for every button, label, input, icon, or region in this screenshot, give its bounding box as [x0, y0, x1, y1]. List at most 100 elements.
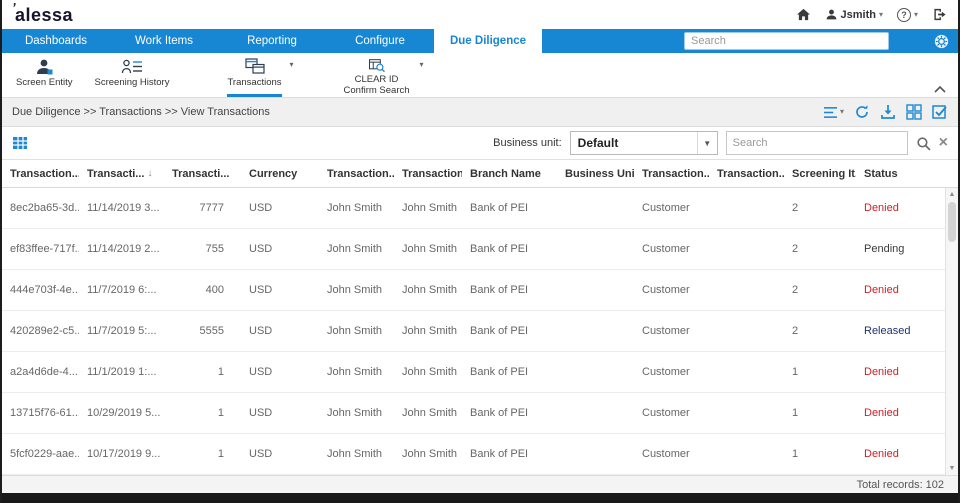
global-search-input[interactable]	[684, 32, 889, 50]
table-cell: USD	[249, 284, 273, 296]
breadcrumb: Due Diligence >> Transactions >> View Tr…	[12, 106, 270, 118]
nav-tab-reporting[interactable]: Reporting	[218, 29, 326, 53]
table-cell: 11/14/2019 3...	[87, 202, 160, 214]
table-cell: John Smith	[327, 325, 383, 337]
table-cell: Customer	[642, 243, 690, 255]
table-cell: 2	[792, 243, 799, 255]
user-icon	[826, 9, 836, 20]
business-unit-value: Default	[577, 136, 619, 150]
screening-history-icon	[121, 59, 142, 74]
chevron-down-icon[interactable]: ▾	[420, 60, 424, 69]
table-cell: 755	[205, 243, 224, 255]
column-header[interactable]: Transaction...	[394, 168, 462, 180]
collapse-ribbon-icon[interactable]	[934, 86, 946, 93]
select-all-checkbox-icon[interactable]	[932, 104, 948, 120]
nav-tab-configure[interactable]: Configure	[326, 29, 434, 53]
table-cell: Bank of PEI	[470, 448, 529, 460]
main-nav: Dashboards Work Items Reporting Configur…	[2, 29, 958, 53]
search-icon[interactable]	[916, 136, 931, 151]
table-cell: USD	[249, 407, 273, 419]
breadcrumb-actions: ▾	[823, 104, 948, 120]
ribbon-transactions-button[interactable]: Transactions ▾	[227, 53, 294, 97]
table-cell: Customer	[642, 448, 690, 460]
scroll-up-icon[interactable]: ▲	[949, 191, 956, 198]
home-icon[interactable]	[796, 8, 811, 21]
list-lines-icon	[823, 106, 837, 118]
table-body: 8ec2ba65-3d... 11/14/2019 3... 7777 USD John…	[2, 188, 958, 475]
column-header[interactable]: Transaction...	[634, 168, 709, 180]
table-row[interactable]: 444e703f-4e... 11/7/2019 6:... 400 USD John …	[2, 270, 958, 311]
table-row[interactable]: a2a4d6de-4... 11/1/2019 1:... 1 USD John Smi…	[2, 352, 958, 393]
ribbon-screening-history-button[interactable]: Screening History	[95, 53, 169, 97]
export-grid-icon[interactable]	[906, 104, 922, 120]
scrollbar-thumb[interactable]	[948, 202, 956, 242]
table-cell: 1	[792, 407, 799, 419]
table-row[interactable]: 5fcf0229-aae... 10/17/2019 9... 1 USD John S…	[2, 434, 958, 475]
table-cell: 1	[217, 407, 224, 419]
table-cell: 11/1/2019 1:...	[87, 366, 157, 378]
scroll-down-icon[interactable]: ▼	[949, 465, 956, 472]
column-header[interactable]: Transacti... ↓	[79, 168, 164, 180]
table-cell: 400	[205, 284, 224, 296]
ribbon-label: Screen Entity	[16, 77, 73, 88]
refresh-glyph	[856, 105, 868, 118]
table-cell: Customer	[642, 366, 690, 378]
column-header[interactable]: Screening It...	[784, 168, 856, 180]
ribbon-label: CLEAR ID Confirm Search	[343, 74, 410, 97]
ribbon-screen-entity-button[interactable]: Screen Entity	[16, 53, 73, 97]
grid-glyph	[906, 104, 922, 120]
clear-search-icon[interactable]: ×	[939, 135, 948, 151]
table-row[interactable]: 420289e2-c5... 11/7/2019 5:... 5555 USD John…	[2, 311, 958, 352]
status-cell: Denied	[864, 366, 899, 378]
table-header-row: Transaction... Transacti... ↓ Transacti... C…	[2, 160, 958, 188]
table-cell: 10/17/2019 9...	[87, 448, 161, 460]
table-row[interactable]: ef83ffee-717f... 11/14/2019 2... 755 USD Joh…	[2, 229, 958, 270]
vertical-scrollbar[interactable]: ▲ ▼	[945, 188, 958, 475]
column-header[interactable]: Status	[856, 168, 945, 180]
column-header[interactable]: Branch Name	[462, 168, 557, 180]
display-options-button[interactable]: ▾	[823, 106, 844, 119]
table-search-input[interactable]	[725, 131, 908, 155]
table-cell: 5555	[199, 325, 224, 337]
table-cell: Customer	[642, 202, 690, 214]
status-cell: Denied	[864, 284, 899, 296]
table-cell: John Smith	[327, 243, 383, 255]
table-row[interactable]: 8ec2ba65-3d... 11/14/2019 3... 7777 USD John…	[2, 188, 958, 229]
filter-controls: Business unit: Default ▼ ×	[493, 131, 948, 155]
screen-entity-icon	[37, 59, 53, 75]
download-glyph	[881, 105, 895, 119]
refresh-icon[interactable]	[854, 104, 870, 120]
table-cell: John Smith	[402, 284, 458, 296]
help-icon: ?	[896, 7, 911, 22]
table-cell: 1	[217, 448, 224, 460]
chevron-down-icon[interactable]: ▾	[290, 60, 294, 69]
column-header[interactable]: Transacti...	[164, 168, 241, 180]
table-cell: a2a4d6de-4...	[10, 366, 78, 378]
column-header[interactable]: Transaction...	[709, 168, 784, 180]
sort-desc-icon: ↓	[147, 168, 153, 179]
column-header[interactable]: Transaction...	[319, 168, 394, 180]
table-cell: Bank of PEI	[470, 243, 529, 255]
table-cell: John Smith	[327, 448, 383, 460]
nav-tab-dashboards[interactable]: Dashboards	[2, 29, 110, 53]
column-header[interactable]: Transaction...	[2, 168, 79, 180]
help-menu[interactable]: ? ▾	[896, 7, 918, 22]
nav-tab-work-items[interactable]: Work Items	[110, 29, 218, 53]
nav-tab-due-diligence[interactable]: Due Diligence	[434, 29, 542, 53]
checkbox-check-glyph	[932, 105, 947, 119]
ribbon-clear-id-confirm-search-button[interactable]: CLEAR ID Confirm Search ▾	[342, 53, 424, 97]
table-cell: USD	[249, 448, 273, 460]
table-cell: John Smith	[327, 366, 383, 378]
columns-grid-icon[interactable]	[12, 136, 28, 150]
user-menu[interactable]: Jsmith ▾	[825, 8, 883, 21]
column-header[interactable]: Currency	[241, 168, 319, 180]
table-cell: 2	[792, 202, 799, 214]
table-row[interactable]: 13715f76-61... 10/29/2019 5... 1 USD John Sm…	[2, 393, 958, 434]
table-cell: 11/7/2019 5:...	[87, 325, 157, 337]
table-cell: Customer	[642, 325, 690, 337]
settings-gear-icon[interactable]	[933, 33, 950, 50]
logout-icon[interactable]	[932, 8, 948, 21]
download-icon[interactable]	[880, 104, 896, 120]
business-unit-dropdown[interactable]: Default ▼	[569, 131, 718, 155]
column-header[interactable]: Business Unit	[557, 168, 634, 180]
